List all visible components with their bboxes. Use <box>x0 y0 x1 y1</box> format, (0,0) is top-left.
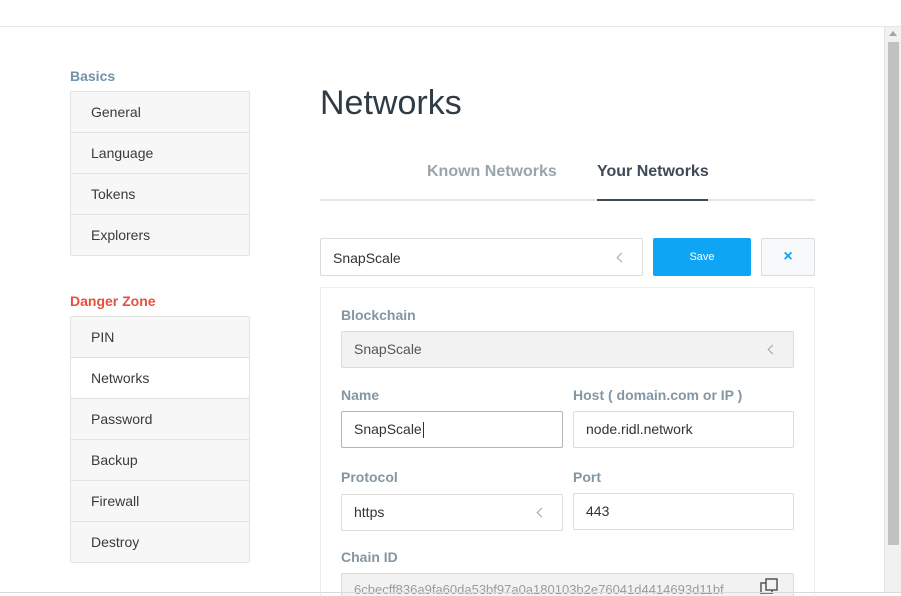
page-title: Networks <box>320 84 462 122</box>
chain-id-value: 6cbecff836a9fa60da53bf97a0a180103b2e7604… <box>354 582 724 596</box>
sidebar-item-pin[interactable]: PIN <box>71 317 249 358</box>
top-bar <box>0 0 901 27</box>
close-button[interactable]: × <box>761 238 815 276</box>
bottom-border <box>0 592 901 593</box>
sidebar-item-language[interactable]: Language <box>71 133 249 174</box>
tabs-divider <box>320 199 815 201</box>
sidebar-item-tokens[interactable]: Tokens <box>71 174 249 215</box>
name-value: SnapScale <box>354 421 422 437</box>
chevron-left-icon <box>536 507 547 518</box>
host-value: node.ridl.network <box>586 421 693 437</box>
scrollbar-thumb[interactable] <box>888 42 899 545</box>
scroll-up-arrow-icon[interactable] <box>889 31 897 36</box>
network-select-value: SnapScale <box>333 250 401 266</box>
sidebar-item-explorers[interactable]: Explorers <box>71 215 249 255</box>
tab-your-networks[interactable]: Your Networks <box>597 163 709 181</box>
sidebar-item-backup[interactable]: Backup <box>71 440 249 481</box>
danger-menu: PIN Networks Password Backup Firewall De… <box>70 316 250 563</box>
basics-section-title: Basics <box>70 68 116 84</box>
danger-zone-title: Danger Zone <box>70 293 156 309</box>
vertical-scrollbar[interactable] <box>884 27 901 592</box>
protocol-select[interactable]: https <box>341 494 563 531</box>
chevron-left-icon <box>767 344 778 355</box>
port-value: 443 <box>586 503 610 519</box>
text-caret <box>422 422 424 439</box>
tab-known-networks[interactable]: Known Networks <box>427 163 557 181</box>
sidebar-item-networks[interactable]: Networks <box>71 358 249 399</box>
sidebar-item-firewall[interactable]: Firewall <box>71 481 249 522</box>
save-button[interactable]: Save <box>653 238 751 276</box>
port-input[interactable]: 443 <box>573 493 794 530</box>
sidebar-item-password[interactable]: Password <box>71 399 249 440</box>
protocol-label: Protocol <box>341 469 398 485</box>
host-label: Host ( domain.com or IP ) <box>573 387 743 403</box>
sidebar-item-destroy[interactable]: Destroy <box>71 522 249 562</box>
blockchain-value: SnapScale <box>354 341 422 357</box>
basics-menu: General Language Tokens Explorers <box>70 91 250 256</box>
host-input[interactable]: node.ridl.network <box>573 411 794 448</box>
network-select[interactable]: SnapScale <box>320 238 643 276</box>
port-label: Port <box>573 469 601 485</box>
close-icon: × <box>783 248 793 265</box>
chevron-left-icon <box>616 252 627 263</box>
name-label: Name <box>341 387 380 403</box>
blockchain-select[interactable]: SnapScale <box>341 331 794 368</box>
sidebar-item-general[interactable]: General <box>71 92 249 133</box>
chain-id-label: Chain ID <box>341 549 398 565</box>
blockchain-label: Blockchain <box>341 307 416 323</box>
active-tab-indicator <box>597 199 708 201</box>
protocol-value: https <box>354 504 385 520</box>
name-input[interactable]: SnapScale <box>341 411 563 448</box>
